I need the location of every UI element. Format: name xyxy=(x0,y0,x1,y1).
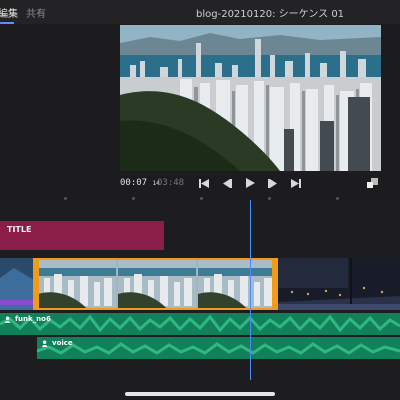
ruler-tick xyxy=(64,197,67,200)
step-back-icon xyxy=(223,178,232,188)
skip-to-end-icon xyxy=(291,178,301,188)
skip-to-start-button[interactable] xyxy=(194,174,214,192)
step-forward-button[interactable] xyxy=(263,174,283,192)
clip-selection-frame xyxy=(36,258,277,310)
video-clip-previous[interactable] xyxy=(0,258,34,310)
fullscreen-button[interactable] xyxy=(362,174,382,192)
speaker-icon xyxy=(42,339,48,347)
fullscreen-icon xyxy=(366,178,378,188)
ruler-tick xyxy=(268,197,271,200)
ruler-tick xyxy=(132,197,135,200)
step-back-button[interactable] xyxy=(217,174,237,192)
trim-handle-left[interactable] xyxy=(33,258,39,310)
audio-track-music[interactable]: funk_no6 xyxy=(0,313,400,335)
audio-track-music-name: funk_no6 xyxy=(15,315,51,323)
sequence-title: blog-20210120: シーケンス 01 xyxy=(196,9,345,20)
home-indicator[interactable] xyxy=(125,392,275,396)
current-time: 00:07 xyxy=(120,178,148,188)
audio-track-voice[interactable]: voice xyxy=(37,337,400,359)
ruler-tick xyxy=(200,197,203,200)
tab-share[interactable]: 共有 xyxy=(26,5,46,20)
audio-track-voice-label: voice xyxy=(42,339,73,347)
ruler-tick xyxy=(336,197,339,200)
audio-track-music-label: funk_no6 xyxy=(5,315,51,323)
play-button[interactable] xyxy=(240,174,260,192)
title-clip-label: TITLE xyxy=(7,225,32,234)
step-forward-icon xyxy=(268,178,277,188)
title-clip[interactable]: TITLE xyxy=(0,221,164,250)
skip-to-end-button[interactable] xyxy=(286,174,306,192)
playhead[interactable] xyxy=(250,200,251,380)
trim-handle-right[interactable] xyxy=(272,258,278,310)
skip-to-start-icon xyxy=(199,178,209,188)
audio-track-voice-name: voice xyxy=(52,339,73,347)
speaker-icon xyxy=(5,315,11,323)
tab-edit[interactable]: 編集 xyxy=(0,5,18,20)
video-clip-night[interactable] xyxy=(278,258,400,310)
current-timecode: 00:07 14 xyxy=(120,178,160,188)
header-bar: 編集 共有 blog-20210120: シーケンス 01 xyxy=(0,0,400,24)
active-tab-indicator xyxy=(0,22,14,24)
video-preview[interactable] xyxy=(120,25,381,171)
total-duration: 03:48 xyxy=(157,178,185,188)
play-icon xyxy=(245,178,255,188)
